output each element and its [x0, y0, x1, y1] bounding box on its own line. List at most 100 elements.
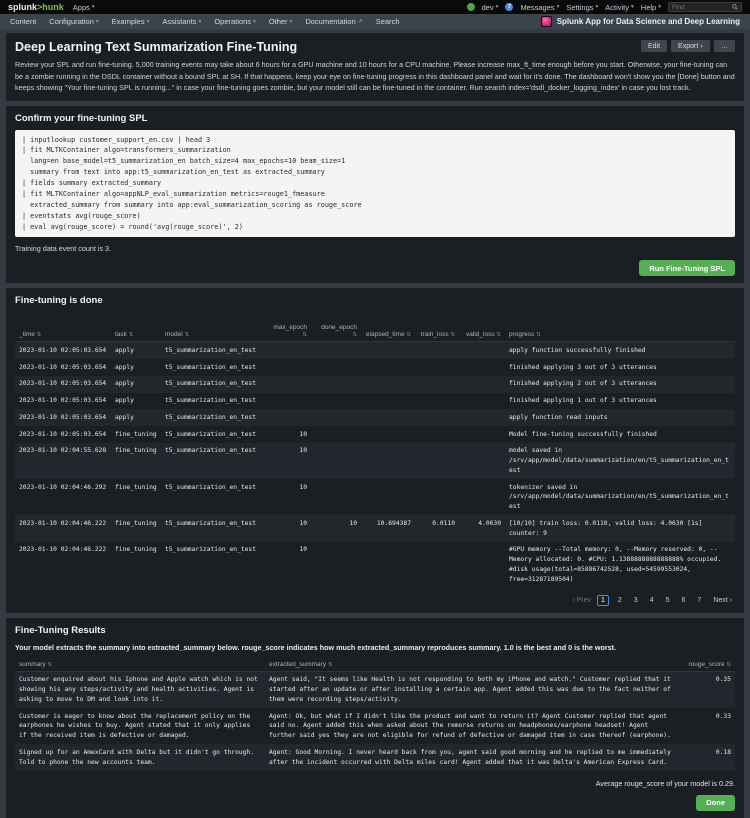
panel-title-results: Fine-Tuning Results	[15, 624, 106, 636]
col-header-rouge-score-label: rouge_score	[688, 660, 725, 668]
cell-model: t5_summarization_en_test	[165, 397, 256, 405]
cell-progress: Model fine-tuning successfully finished	[509, 430, 657, 438]
cell-valid-loss	[459, 479, 505, 515]
chevron-down-icon: ▾	[146, 18, 150, 25]
nav-documentation[interactable]: Documentation ↗	[305, 17, 362, 26]
col-header-max-epoch[interactable]: max_epoch ⇅	[263, 321, 311, 343]
app-identity: Splunk App for Data Science and Deep Lea…	[540, 16, 740, 27]
splunk-logo: splunk>hunk	[8, 1, 64, 12]
col-header-model[interactable]: model ⇅	[161, 321, 263, 343]
chevron-down-icon: ▾	[198, 18, 202, 25]
app-logo-icon	[540, 16, 552, 27]
col-header-progress[interactable]: progress ⇅	[505, 321, 735, 343]
pagination-page-6[interactable]: 6	[679, 596, 689, 605]
col-header-done-epoch-label: done_epoch	[321, 324, 357, 332]
progress-table-header-row: _time ⇅ task ⇅ model ⇅ max_epoch ⇅ done_…	[15, 321, 735, 343]
cell-time: 2023-01-10 02:04:46.292	[19, 483, 107, 491]
sort-icon: ⇅	[327, 661, 333, 668]
col-header-train-loss-label: train_loss	[420, 331, 449, 339]
pagination-page-1[interactable]: 1	[596, 594, 609, 606]
settings-menu[interactable]: Settings ▾	[566, 3, 598, 12]
nav-search[interactable]: Search	[376, 17, 400, 26]
cell-model: t5_summarization_en_test	[165, 346, 256, 354]
cell-max-epoch	[263, 342, 311, 359]
export-button[interactable]: Export ▾	[671, 40, 710, 52]
find-input[interactable]	[672, 3, 730, 11]
cell-max-epoch	[263, 409, 311, 426]
run-fine-tuning-button[interactable]: Run Fine-Tuning SPL	[639, 260, 735, 277]
col-header-summary-label: summary	[19, 660, 46, 668]
nav-configuration[interactable]: Configuration ▾	[49, 17, 98, 26]
top-navbar: splunk>hunk Apps ▾ dev ▾ 7 Messages ▾ Setti…	[0, 0, 750, 14]
table-row: 2023-01-10 02:05:03.654 fine_tuning t5_sum…	[15, 426, 735, 443]
chevron-down-icon: ▾	[556, 4, 560, 10]
cell-rouge-score: 0.33	[715, 712, 731, 720]
nav-examples[interactable]: Examples ▾	[112, 17, 150, 26]
cell-model: t5_summarization_en_test	[165, 413, 256, 421]
table-row: Signed up for an AmexCard with Delta but…	[15, 744, 735, 771]
cell-elapsed-time	[361, 342, 415, 359]
col-header-valid-loss[interactable]: valid_loss ⇅	[459, 321, 505, 343]
messages-menu-label: Messages	[520, 2, 555, 12]
nav-content[interactable]: Content	[10, 17, 36, 26]
col-header-summary[interactable]: summary ⇅	[15, 657, 265, 672]
col-header-train-loss[interactable]: train_loss ⇅	[415, 321, 459, 343]
nav-other[interactable]: Other ▾	[269, 17, 293, 26]
cell-task: fine_tuning	[115, 447, 157, 455]
done-button[interactable]: Done	[696, 794, 735, 811]
col-header-extracted-summary[interactable]: extracted_summary ⇅	[265, 657, 679, 672]
cell-done-epoch: 10	[349, 519, 357, 527]
cell-task: apply	[115, 413, 134, 421]
nav-assistants[interactable]: Assistants ▾	[162, 17, 201, 26]
cell-progress: apply function successfully finished	[509, 346, 646, 354]
col-header-done-epoch[interactable]: done_epoch ⇅	[311, 321, 361, 343]
export-button-label: Export	[678, 42, 699, 50]
pagination-next[interactable]: Next ›	[710, 596, 735, 605]
cell-max-epoch: 10	[299, 483, 307, 491]
col-header-task[interactable]: task ⇅	[111, 321, 161, 343]
cell-elapsed-time	[361, 479, 415, 515]
cell-progress: apply function read inputs	[509, 413, 608, 421]
apps-menu[interactable]: Apps ▾	[73, 3, 95, 12]
cell-time: 2023-01-10 02:04:46.222	[19, 519, 107, 527]
nav-assistants-label: Assistants	[162, 17, 197, 26]
edit-button[interactable]: Edit	[640, 40, 668, 52]
pagination-page-3[interactable]: 3	[631, 596, 641, 605]
chevron-down-icon: ▾	[700, 43, 703, 50]
cell-extracted-summary: Agent said, "It seems like Health is not…	[269, 676, 671, 703]
col-header-rouge-score[interactable]: rouge_score ⇅	[679, 657, 735, 672]
pagination-page-2[interactable]: 2	[615, 596, 625, 605]
messages-menu[interactable]: Messages ▾	[520, 3, 559, 12]
app-name: Splunk App for Data Science and Deep Lea…	[556, 17, 740, 26]
cell-max-epoch: 10	[299, 519, 307, 527]
cell-time: 2023-01-10 02:05:03.654	[19, 413, 107, 421]
help-menu[interactable]: Help ▾	[641, 3, 661, 12]
cell-model: t5_summarization_en_test	[165, 430, 256, 438]
col-header-elapsed-time[interactable]: elapsed_time ⇅	[361, 321, 415, 343]
more-actions-button[interactable]: …	[714, 40, 735, 52]
spl-code-block[interactable]: | inputlookup customer_support_en.csv | …	[15, 129, 735, 238]
pagination-prev[interactable]: ‹ Prev	[572, 597, 591, 604]
col-header-time[interactable]: _time ⇅	[15, 321, 111, 343]
cell-model: t5_summarization_en_test	[165, 546, 256, 554]
pagination-page-5[interactable]: 5	[663, 596, 673, 605]
pagination-page-7[interactable]: 7	[694, 596, 704, 605]
progress-table: _time ⇅ task ⇅ model ⇅ max_epoch ⇅ done_…	[15, 321, 735, 588]
cell-rouge-score: 0.18	[715, 748, 731, 756]
cell-train-loss	[415, 376, 459, 393]
cell-done-epoch	[311, 426, 361, 443]
activity-menu[interactable]: Activity ▾	[605, 3, 634, 12]
table-row: 2023-01-10 02:05:03.654 apply t5_summariza…	[15, 409, 735, 427]
cell-done-epoch	[311, 443, 361, 479]
nav-operations[interactable]: Operations ▾	[214, 17, 255, 26]
cell-model: t5_summarization_en_test	[165, 363, 256, 371]
col-header-model-label: model	[165, 331, 183, 339]
cell-train-loss	[415, 479, 459, 515]
pagination-page-4[interactable]: 4	[647, 596, 657, 605]
health-status-icon[interactable]	[466, 3, 475, 11]
external-link-icon: ↗	[357, 19, 363, 25]
logo-hunk-text: >hunk	[37, 1, 64, 12]
user-menu[interactable]: dev ▾	[482, 3, 499, 12]
chevron-down-icon: ▾	[658, 4, 661, 10]
col-header-valid-loss-label: valid_loss	[466, 331, 495, 339]
